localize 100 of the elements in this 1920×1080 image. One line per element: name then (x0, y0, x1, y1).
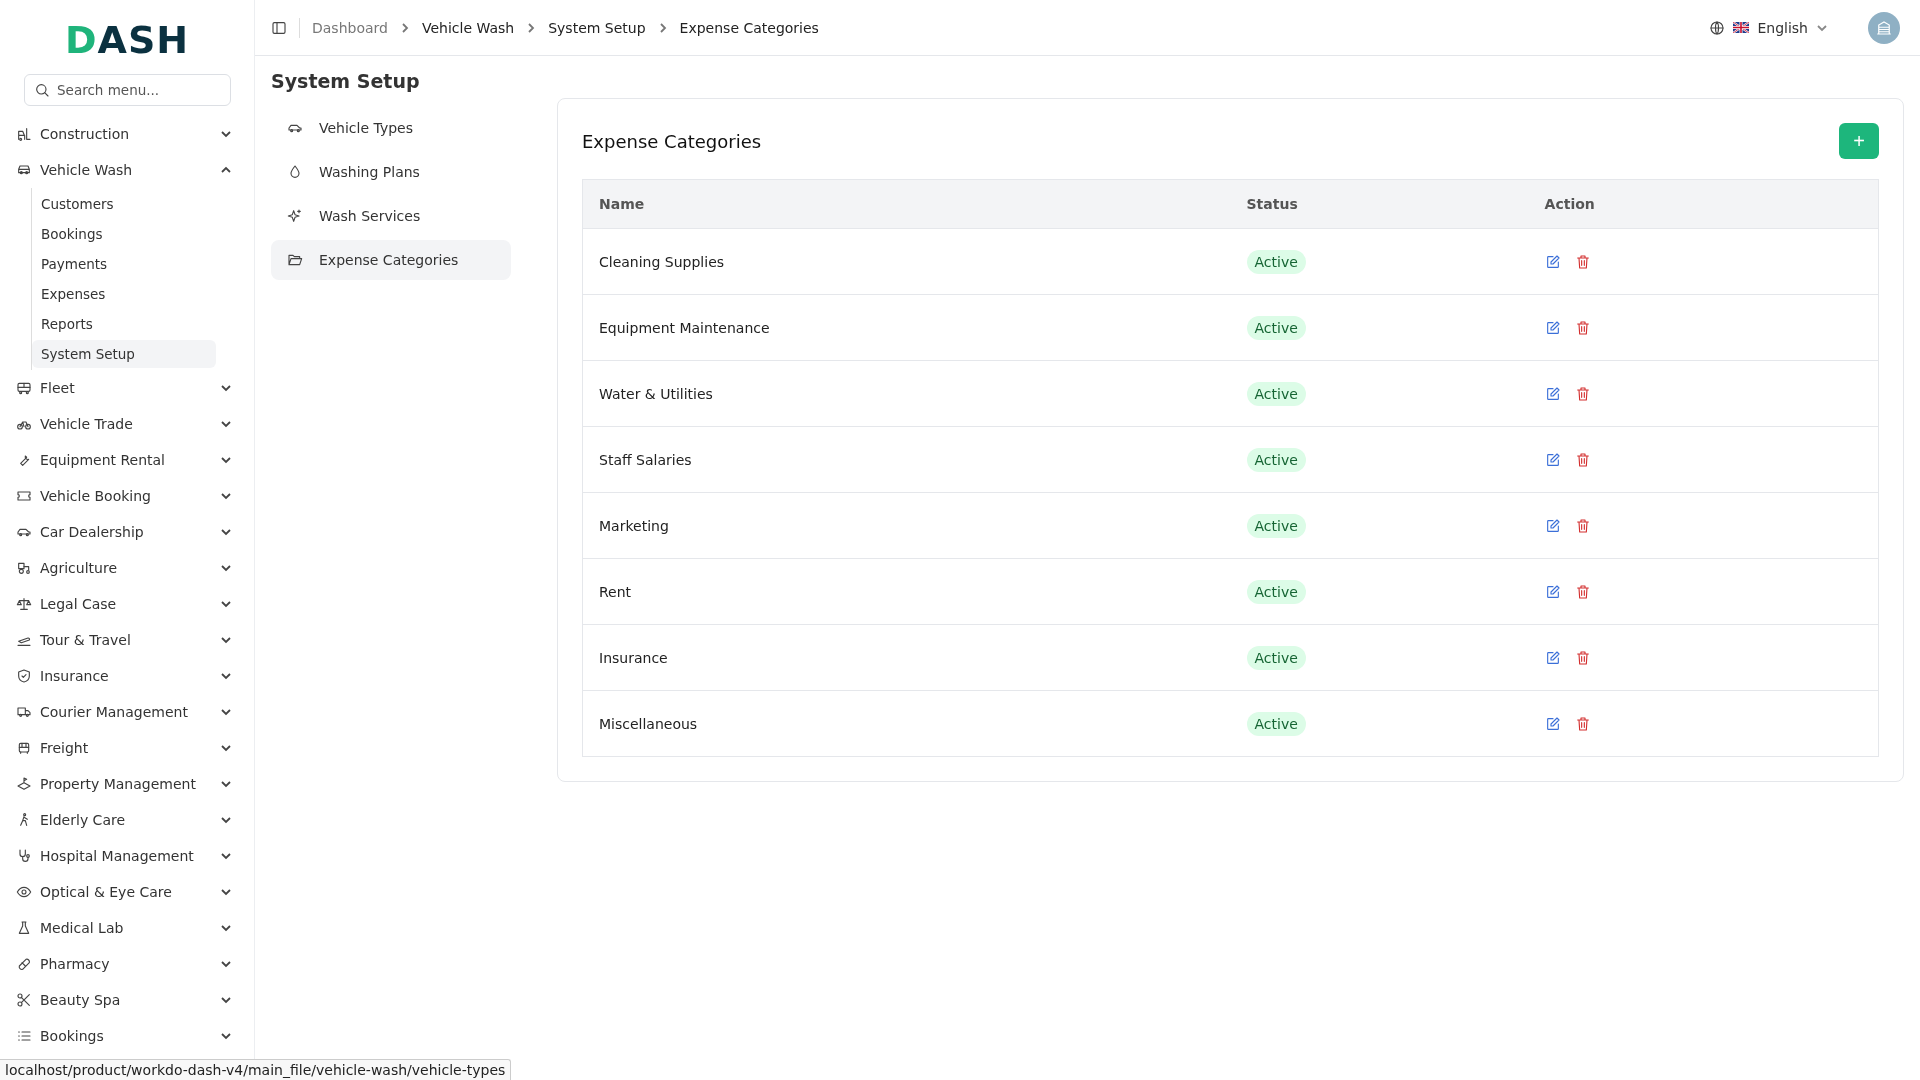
column-header: Status (1230, 179, 1529, 229)
chevron-down-icon[interactable] (220, 1030, 232, 1042)
sidebar-item[interactable]: Pharmacy (0, 946, 254, 982)
sidebar-item[interactable]: Bookings (0, 1018, 254, 1054)
scissors-icon (16, 992, 32, 1008)
chevron-down-icon[interactable] (220, 526, 232, 538)
sparkle-icon (287, 208, 303, 224)
chevron-down-icon[interactable] (220, 706, 232, 718)
sidebar-item[interactable]: Equipment Rental (0, 442, 254, 478)
settings-nav-item[interactable]: Washing Plans (271, 152, 511, 192)
submenu-item[interactable]: Payments (32, 250, 216, 278)
chevron-down-icon[interactable] (220, 958, 232, 970)
chevron-down-icon[interactable] (220, 490, 232, 502)
sidebar-item[interactable]: Optical & Eye Care (0, 874, 254, 910)
language-selector[interactable]: English (1709, 19, 1828, 36)
submenu-item[interactable]: System Setup (32, 340, 216, 368)
delete-button[interactable] (1574, 583, 1591, 600)
sidebar-item[interactable]: Courier Management (0, 694, 254, 730)
submenu-item[interactable]: Expenses (32, 280, 216, 308)
search-field[interactable]: Search menu... (24, 74, 231, 106)
breadcrumb-link[interactable]: Expense Categories (679, 19, 819, 36)
table-cell: Miscellaneous (582, 690, 1231, 757)
sidebar-item[interactable]: Medical Lab (0, 910, 254, 946)
submenu-item[interactable]: Reports (32, 310, 216, 338)
sidebar-item[interactable]: Legal Case (0, 586, 254, 622)
sidebar-item[interactable]: Beauty Spa (0, 982, 254, 1018)
stethoscope-icon (16, 848, 32, 864)
chevron-down-icon[interactable] (220, 994, 232, 1006)
chevron-down-icon[interactable] (220, 562, 232, 574)
breadcrumb-link[interactable]: Dashboard (312, 19, 388, 36)
delete-button[interactable] (1574, 517, 1591, 534)
edit-button[interactable] (1544, 319, 1561, 336)
chevron-down-icon[interactable] (220, 814, 232, 826)
sidebar-item[interactable]: Vehicle Trade (0, 406, 254, 442)
chevron-down-icon[interactable] (220, 742, 232, 754)
sidebar-item[interactable]: Property Management (0, 766, 254, 802)
search-icon (34, 82, 50, 98)
column-header: Name (582, 179, 1231, 229)
chevron-down-icon[interactable] (220, 382, 232, 394)
chevron-down-icon[interactable] (220, 128, 232, 140)
chevron-down-icon[interactable] (220, 670, 232, 682)
edit-button[interactable] (1544, 517, 1561, 534)
edit-button[interactable] (1544, 715, 1561, 732)
sidebar-item[interactable]: Fleet (0, 370, 254, 406)
breadcrumb-link[interactable]: Vehicle Wash (421, 19, 515, 36)
card-title: Expense Categories (582, 130, 762, 152)
edit-button[interactable] (1544, 451, 1561, 468)
folder-icon (287, 252, 303, 268)
delete-button[interactable] (1574, 385, 1591, 402)
delete-button[interactable] (1574, 319, 1591, 336)
table-cell: Staff Salaries (582, 426, 1231, 493)
chevron-down-icon[interactable] (220, 598, 232, 610)
scale-icon (16, 596, 32, 612)
sidebar-item[interactable]: Hospital Management (0, 838, 254, 874)
globe-icon (1709, 19, 1726, 36)
edit-button[interactable] (1544, 253, 1561, 270)
submenu-item[interactable]: Customers (32, 190, 216, 218)
page-title: System Setup (271, 69, 421, 94)
status-badge: Active (1246, 249, 1306, 274)
droplet-icon (287, 164, 303, 180)
shield-icon (16, 668, 32, 684)
edit-button[interactable] (1544, 385, 1561, 402)
delete-button[interactable] (1574, 451, 1591, 468)
submenu-item[interactable]: Bookings (32, 220, 216, 248)
sidebar-item[interactable]: Vehicle Wash (0, 152, 254, 188)
table-cell: Marketing (582, 492, 1231, 559)
settings-nav-item[interactable]: Expense Categories (271, 240, 511, 280)
sidebar-item[interactable]: Car Dealership (0, 514, 254, 550)
flask-icon (16, 920, 32, 936)
sidebar-toggle-icon[interactable] (271, 19, 287, 36)
chevron-down-icon[interactable] (220, 778, 232, 790)
status-badge: Active (1246, 711, 1306, 736)
container-icon (16, 740, 32, 756)
table-cell: Insurance (582, 624, 1231, 691)
tractor-icon (16, 560, 32, 576)
delete-button[interactable] (1574, 649, 1591, 666)
sidebar-item[interactable]: Construction (0, 116, 254, 152)
sidebar-item[interactable]: Insurance (0, 658, 254, 694)
sidebar-item[interactable]: Elderly Care (0, 802, 254, 838)
chevron-down-icon[interactable] (220, 922, 232, 934)
breadcrumb-link[interactable]: System Setup (548, 19, 646, 36)
sidebar-item[interactable]: Tour & Travel (0, 622, 254, 658)
chevron-down-icon[interactable] (220, 886, 232, 898)
pill-icon (16, 956, 32, 972)
sidebar-item[interactable]: Vehicle Booking (0, 478, 254, 514)
sidebar-item[interactable]: Freight (0, 730, 254, 766)
delete-button[interactable] (1574, 253, 1591, 270)
chevron-down-icon[interactable] (220, 634, 232, 646)
chevron-down-icon[interactable] (220, 454, 232, 466)
edit-button[interactable] (1544, 583, 1561, 600)
status-badge: Active (1246, 315, 1306, 340)
settings-nav-item[interactable]: Wash Services (271, 196, 511, 236)
status-badge: Active (1246, 579, 1306, 604)
settings-nav-item[interactable]: Vehicle Types (271, 108, 511, 148)
chevron-down-icon[interactable] (220, 850, 232, 862)
logo: DASH (64, 18, 190, 62)
edit-button[interactable] (1544, 649, 1561, 666)
sidebar-item[interactable]: Agriculture (0, 550, 254, 586)
chevron-down-icon[interactable] (220, 418, 232, 430)
delete-button[interactable] (1574, 715, 1591, 732)
